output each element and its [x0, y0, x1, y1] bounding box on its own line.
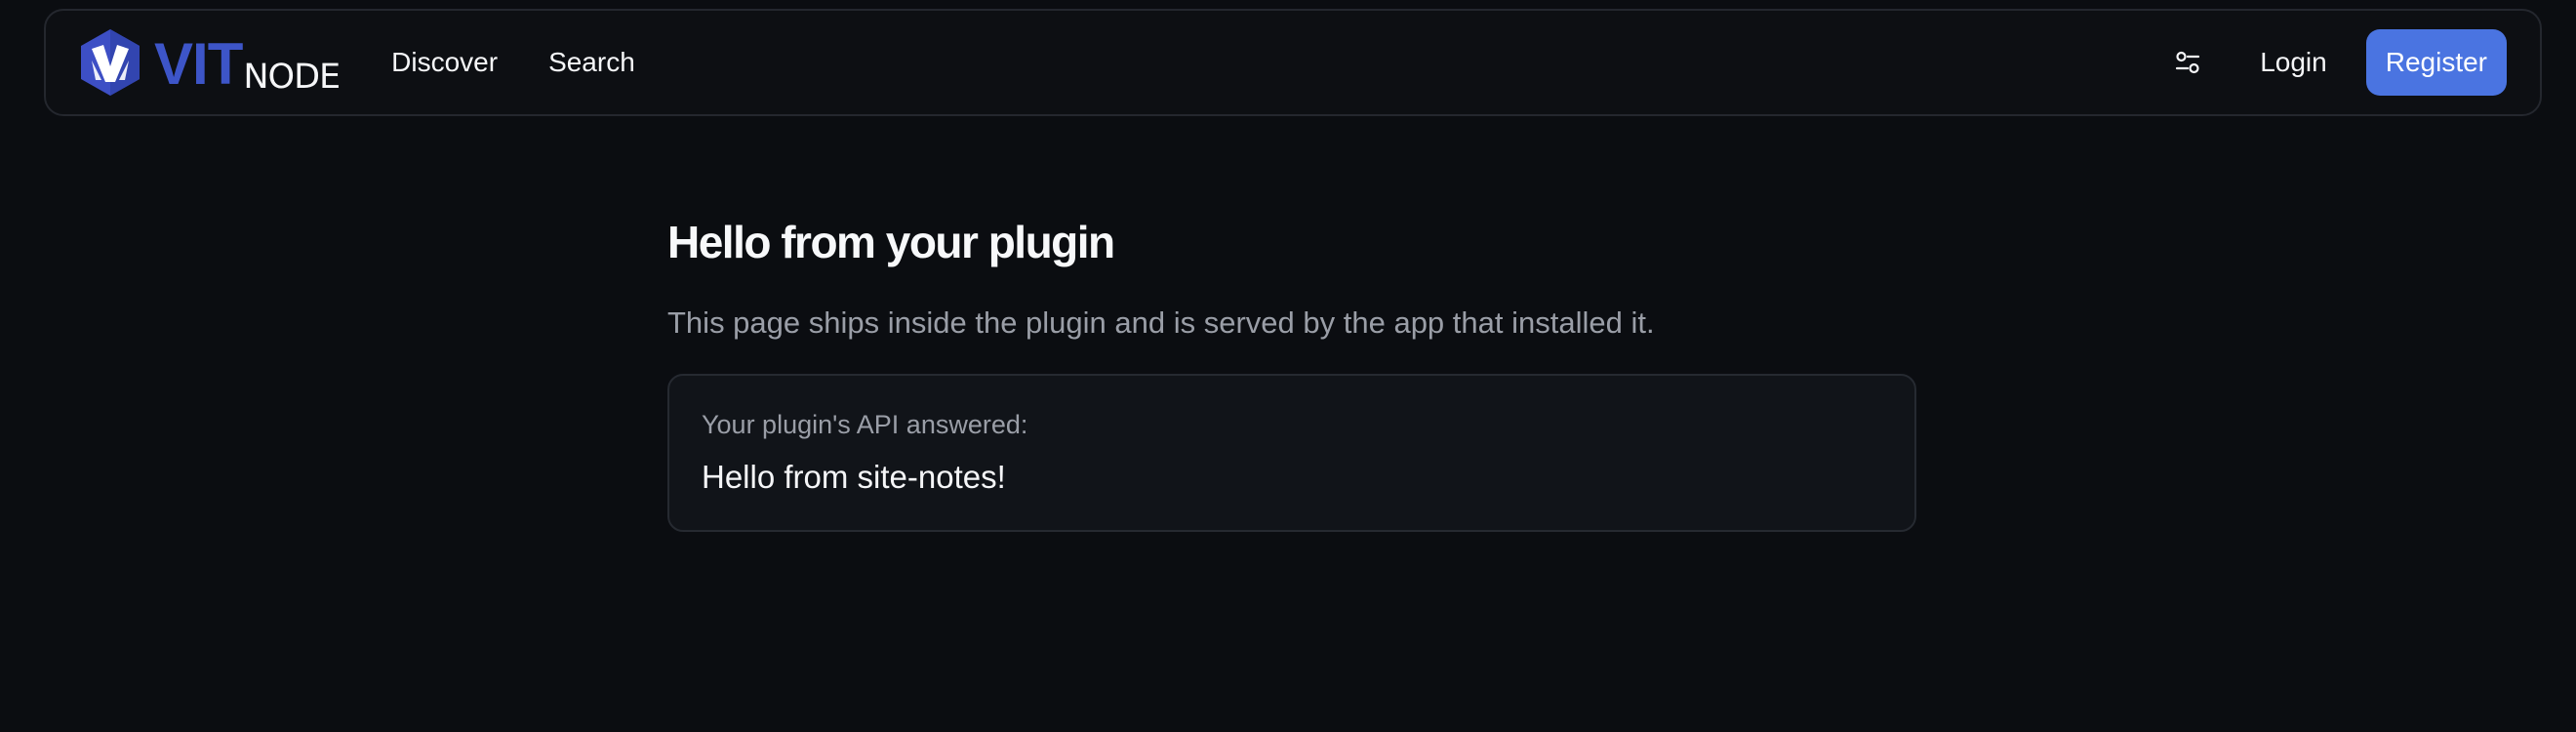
- brand-logo[interactable]: VIT NODE: [78, 27, 341, 98]
- api-response-value: Hello from site-notes!: [702, 459, 1006, 495]
- register-button[interactable]: Register: [2365, 29, 2507, 96]
- main-nav: Discover Search: [366, 33, 661, 92]
- main-content: Hello from your plugin This page ships i…: [667, 213, 1916, 532]
- vitnode-logo-icon: [81, 29, 140, 96]
- top-navbar: VIT NODE Discover Search Login Register: [44, 9, 2542, 116]
- nav-item-discover[interactable]: Discover: [366, 33, 523, 92]
- settings-button[interactable]: [2158, 33, 2217, 92]
- page-description: This page ships inside the plugin and is…: [667, 305, 1655, 340]
- brand-name-primary: VIT: [154, 31, 243, 97]
- login-button[interactable]: Login: [2238, 33, 2349, 92]
- header-actions: Login Register: [2158, 29, 2507, 96]
- api-response-card: Your plugin's API answered: Hello from s…: [667, 374, 1916, 532]
- brand-name-secondary: NODE: [243, 58, 341, 97]
- sliders-icon: [2176, 51, 2200, 74]
- page-title: Hello from your plugin: [667, 217, 1115, 267]
- api-response-label: Your plugin's API answered:: [702, 410, 1028, 439]
- nav-item-search[interactable]: Search: [523, 33, 661, 92]
